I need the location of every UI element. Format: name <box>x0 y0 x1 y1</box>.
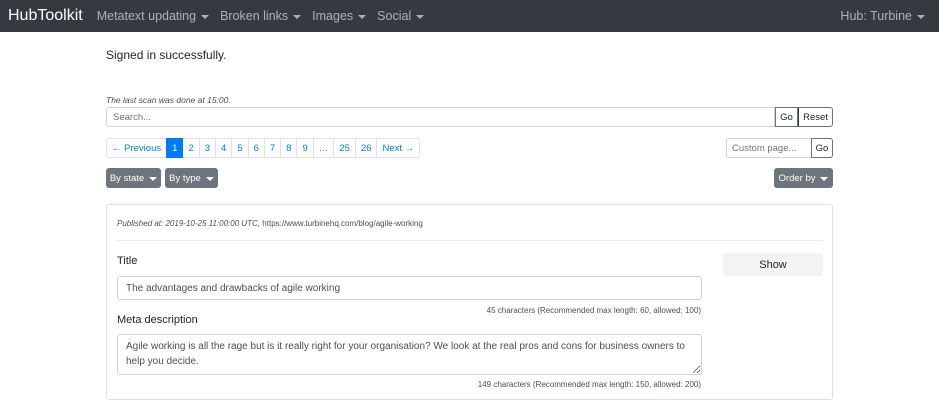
menu-label: Social <box>377 9 412 23</box>
pagination-page[interactable]: 3 <box>198 138 216 158</box>
pagination-previous[interactable]: ← Previous <box>106 138 168 158</box>
top-navbar: HubToolkit Metatext updating Broken link… <box>0 0 939 32</box>
meta-description-textarea[interactable]: Agile working is all the rage but is it … <box>117 334 702 375</box>
published-date: Published at: 2019-10-25 11:00:00 UTC, <box>117 219 261 228</box>
last-scan-note: The last scan was done at 15:00. <box>106 95 231 105</box>
page-url: https://www.turbinehq.com/blog/agile-wor… <box>262 219 423 228</box>
pagination-page[interactable]: 9 <box>296 138 314 158</box>
pagination-next[interactable]: Next → <box>376 138 421 158</box>
caret-down-icon <box>149 176 158 181</box>
show-button[interactable]: Show <box>723 253 823 276</box>
filter-by-state-button[interactable]: By state <box>106 168 161 188</box>
caret-down-icon <box>358 14 367 19</box>
pagination-page[interactable]: 2 <box>182 138 200 158</box>
search-input[interactable] <box>106 107 775 127</box>
caret-down-icon <box>293 14 302 19</box>
hub-label: Hub: Turbine <box>840 9 912 23</box>
published-info: Published at: 2019-10-25 11:00:00 UTC, h… <box>117 219 423 228</box>
custom-page-go-button[interactable]: Go <box>811 138 833 158</box>
description-char-counter: 149 characters (Recommended max length: … <box>477 380 701 389</box>
pagination-page[interactable]: 7 <box>263 138 282 158</box>
title-input[interactable] <box>117 276 702 300</box>
menu-social[interactable]: Social <box>377 9 425 23</box>
order-by-button[interactable]: Order by <box>774 168 833 188</box>
menu-images[interactable]: Images <box>312 9 367 23</box>
button-label: Order by <box>778 172 816 184</box>
search-reset-button[interactable]: Reset <box>798 107 833 127</box>
page-card: Published at: 2019-10-25 11:00:00 UTC, h… <box>106 204 833 400</box>
brand-logo[interactable]: HubToolkit <box>8 7 83 25</box>
custom-page-input[interactable] <box>726 138 812 158</box>
button-label: By state <box>109 172 145 184</box>
pagination-page[interactable]: 6 <box>247 138 265 158</box>
title-char-counter: 45 characters (Recommended max length: 6… <box>486 306 701 315</box>
caret-down-icon <box>917 14 925 19</box>
menu-label: Metatext updating <box>96 9 197 23</box>
menu-label: Broken links <box>220 9 289 23</box>
search-go-button[interactable]: Go <box>775 107 798 127</box>
button-label: By type <box>169 172 201 184</box>
flash-message: Signed in successfully. <box>106 48 227 62</box>
pagination-page[interactable]: 1 <box>166 138 184 158</box>
menu-label: Images <box>312 9 354 23</box>
title-label: Title <box>117 255 138 267</box>
divider <box>117 240 823 241</box>
filter-by-type-button[interactable]: By type <box>165 168 218 188</box>
pagination-page[interactable]: 5 <box>231 138 249 158</box>
pagination-page[interactable]: 8 <box>280 138 298 158</box>
caret-down-icon <box>201 14 210 19</box>
caret-down-icon <box>820 176 829 181</box>
menu-metatext-updating[interactable]: Metatext updating <box>96 9 210 23</box>
hub-selector[interactable]: Hub: Turbine <box>840 9 925 23</box>
pagination: ← Previous 1 2 3 4 5 6 7 8 9 … 25 26 Nex… <box>106 138 421 158</box>
caret-down-icon <box>416 14 425 19</box>
pagination-page[interactable]: 26 <box>354 138 378 158</box>
pagination-page[interactable]: 25 <box>333 138 356 158</box>
meta-description-label: Meta description <box>117 314 198 326</box>
pagination-page[interactable]: 4 <box>215 138 233 158</box>
pagination-ellipsis: … <box>312 138 335 158</box>
caret-down-icon <box>205 176 214 181</box>
menu-broken-links[interactable]: Broken links <box>220 9 302 23</box>
